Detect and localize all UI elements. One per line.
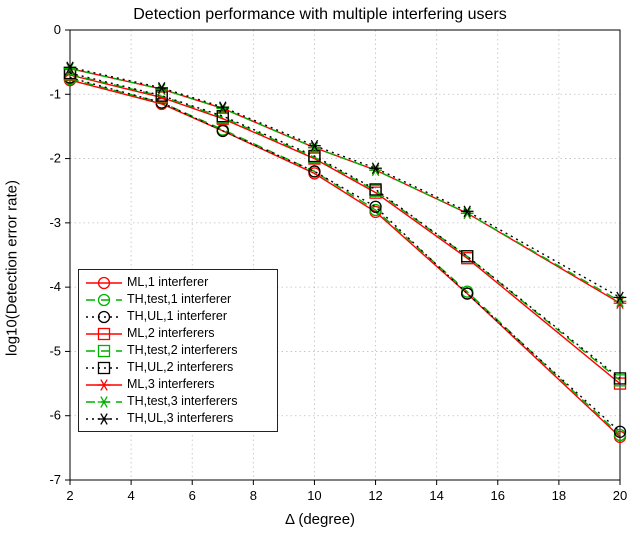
legend-item: TH,test,1 interferer xyxy=(85,291,271,308)
legend-item: TH,UL,2 interferers xyxy=(85,359,271,376)
legend-label: ML,3 interferers xyxy=(127,376,215,393)
legend-swatch xyxy=(85,378,123,392)
x-tick-label: 16 xyxy=(491,488,505,503)
legend-item: ML,2 interferers xyxy=(85,325,271,342)
legend-item: ML,1 interferer xyxy=(85,274,271,291)
y-tick-label: -7 xyxy=(49,472,61,487)
legend-label: ML,1 interferer xyxy=(127,274,208,291)
legend-item: TH,test,3 interferers xyxy=(85,393,271,410)
x-tick-label: 2 xyxy=(66,488,73,503)
legend-swatch xyxy=(85,395,123,409)
x-tick-label: 8 xyxy=(250,488,257,503)
legend-label: TH,UL,2 interferers xyxy=(127,359,233,376)
y-tick-label: -2 xyxy=(49,151,61,166)
legend-swatch xyxy=(85,412,123,426)
y-tick-label: -4 xyxy=(49,279,61,294)
series-line xyxy=(70,69,620,304)
legend-item: TH,UL,1 interferer xyxy=(85,308,271,325)
chart-plot: 2 4 6 8 10 12 14 16 18 20 -7 -6 -5 -4 -3 -2 -1 0 xyxy=(0,0,640,536)
legend-label: ML,2 interferers xyxy=(127,325,215,342)
x-tick-label: 10 xyxy=(307,488,321,503)
y-tick-label: -1 xyxy=(49,86,61,101)
legend-label: TH,test,1 interferer xyxy=(127,291,231,308)
legend-item: TH,test,2 interferers xyxy=(85,342,271,359)
legend-item: TH,UL,3 interferers xyxy=(85,410,271,427)
legend-swatch xyxy=(85,310,123,324)
legend-label: TH,UL,1 interferer xyxy=(127,308,227,325)
legend-swatch xyxy=(85,327,123,341)
y-tick-label: -3 xyxy=(49,215,61,230)
x-tick-label: 4 xyxy=(127,488,134,503)
x-tick-label: 20 xyxy=(613,488,627,503)
legend-item: ML,3 interferers xyxy=(85,376,271,393)
x-tick-label: 12 xyxy=(368,488,382,503)
legend-swatch xyxy=(85,276,123,290)
series-line xyxy=(70,69,620,302)
legend-swatch xyxy=(85,293,123,307)
chart-container: Detection performance with multiple inte… xyxy=(0,0,640,536)
y-tick-label: -5 xyxy=(49,343,61,358)
legend-label: TH,test,3 interferers xyxy=(127,393,237,410)
legend-label: TH,test,2 interferers xyxy=(127,342,237,359)
y-tick-label: -6 xyxy=(49,408,61,423)
y-tick-label: 0 xyxy=(54,22,61,37)
legend: ML,1 interfererTH,test,1 interfererTH,UL… xyxy=(78,269,278,432)
legend-label: TH,UL,3 interferers xyxy=(127,410,233,427)
x-tick-label: 6 xyxy=(189,488,196,503)
x-tick-label: 14 xyxy=(429,488,443,503)
legend-swatch xyxy=(85,361,123,375)
x-tick-label: 18 xyxy=(552,488,566,503)
legend-swatch xyxy=(85,344,123,358)
